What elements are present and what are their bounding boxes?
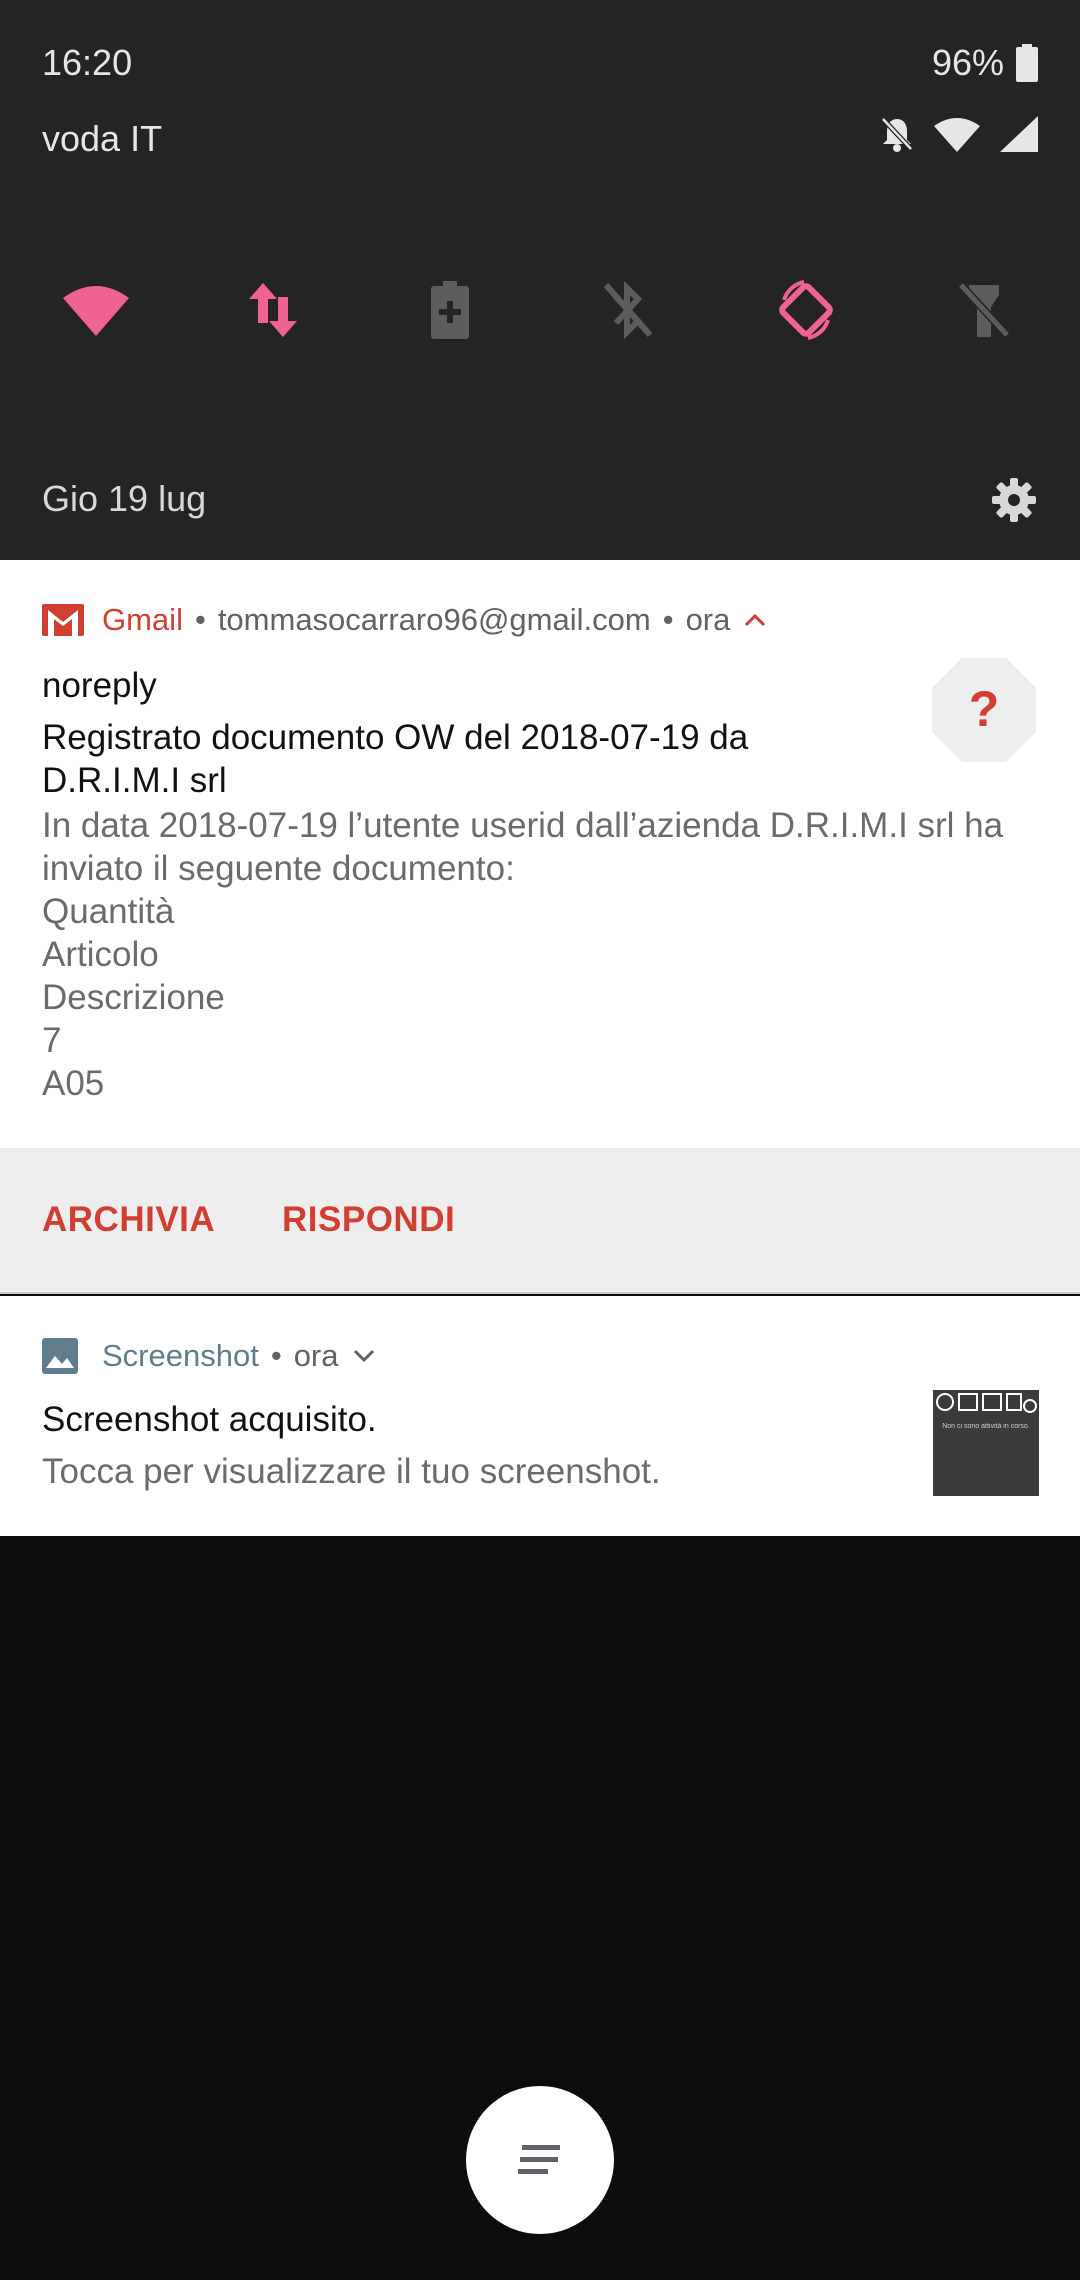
lines-icon — [518, 2145, 560, 2174]
gear-icon[interactable] — [990, 476, 1038, 524]
gmail-icon — [42, 604, 84, 636]
screenshot-notification[interactable]: Screenshot • ora Screenshot acquisito. T… — [0, 1296, 1080, 1536]
app-name: Screenshot — [102, 1338, 259, 1373]
quick-tiles-row — [0, 270, 1080, 350]
battery-percentage: 96% — [931, 42, 1004, 83]
app-name: Gmail — [102, 602, 183, 637]
wifi-icon — [63, 286, 129, 336]
body-line: In data 2018-07-19 l’utente userid dall’… — [42, 806, 1004, 845]
battery-icon — [1016, 44, 1038, 82]
bluetooth-off-icon — [603, 281, 653, 339]
body-line: 7 — [42, 1021, 62, 1060]
notification-time: ora — [293, 1338, 339, 1373]
battery-saver-tile[interactable] — [410, 270, 490, 350]
notification-header: Screenshot • ora — [42, 1338, 375, 1374]
bell-off-icon — [881, 117, 913, 152]
auto-rotate-tile[interactable] — [766, 270, 846, 350]
separator-dot: • — [194, 602, 206, 637]
body-line: A05 — [42, 1064, 105, 1103]
body-line: Descrizione — [42, 978, 225, 1017]
date-label: Gio 19 lug — [42, 478, 207, 519]
reply-button[interactable]: RISPONDI — [282, 1200, 455, 1240]
avatar-symbol: ? — [969, 681, 1000, 737]
email-subject: Registrato documento OW del 2018-07-19 d… — [42, 718, 749, 800]
flashlight-tile[interactable] — [944, 270, 1024, 350]
thumbnail-toolbar — [936, 1393, 1037, 1413]
status-battery-group: 96% — [932, 42, 1038, 84]
email-sender: noreply — [42, 666, 157, 705]
screenshot-thumbnail[interactable]: Non ci sono attività in corso. — [933, 1390, 1039, 1496]
email-body: In data 2018-07-19 l’utente userid dall’… — [42, 804, 1052, 1105]
archive-button[interactable]: ARCHIVIA — [42, 1200, 215, 1240]
data-arrows-icon — [249, 283, 297, 337]
body-line: inviato il seguente documento: — [42, 849, 515, 888]
carrier-name: voda IT — [42, 118, 163, 159]
image-icon — [42, 1338, 78, 1374]
manage-notifications-button[interactable] — [466, 2086, 614, 2234]
sender-avatar: ? — [930, 656, 1038, 764]
mobile-data-tile[interactable] — [233, 270, 313, 350]
battery-plus-icon — [431, 281, 469, 339]
wifi-tile[interactable] — [56, 270, 136, 350]
chevron-up-icon[interactable] — [744, 613, 766, 627]
quick-settings-panel: 16:20 96% voda IT Gio 19 lug — [0, 0, 1080, 560]
chevron-down-icon[interactable] — [353, 1349, 375, 1363]
notification-title: Screenshot acquisito. — [42, 1400, 377, 1439]
body-line: Articolo — [42, 935, 159, 974]
flashlight-off-icon — [958, 282, 1010, 338]
body-line: Quantità — [42, 892, 175, 931]
notification-time: ora — [685, 602, 731, 637]
thumbnail-caption: Non ci sono attività in corso. — [942, 1423, 1030, 1430]
status-time: 16:20 — [42, 42, 133, 83]
rotate-icon — [779, 280, 833, 340]
gmail-notification[interactable]: Gmail • tommasocarraro96@gmail.com • ora… — [0, 560, 1080, 1294]
notification-header: Gmail • tommasocarraro96@gmail.com • ora — [42, 602, 766, 638]
wifi-signal-icon — [934, 118, 980, 152]
notification-actions: ARCHIVIA RISPONDI — [0, 1148, 1080, 1294]
notification-text: Tocca per visualizzare il tuo screenshot… — [42, 1452, 661, 1491]
status-icons — [880, 116, 1038, 152]
cell-signal-icon — [1000, 116, 1038, 152]
account-email: tommasocarraro96@gmail.com — [217, 602, 651, 637]
separator-dot: • — [270, 1338, 282, 1373]
bluetooth-tile[interactable] — [588, 270, 668, 350]
separator-dot: • — [662, 602, 674, 637]
